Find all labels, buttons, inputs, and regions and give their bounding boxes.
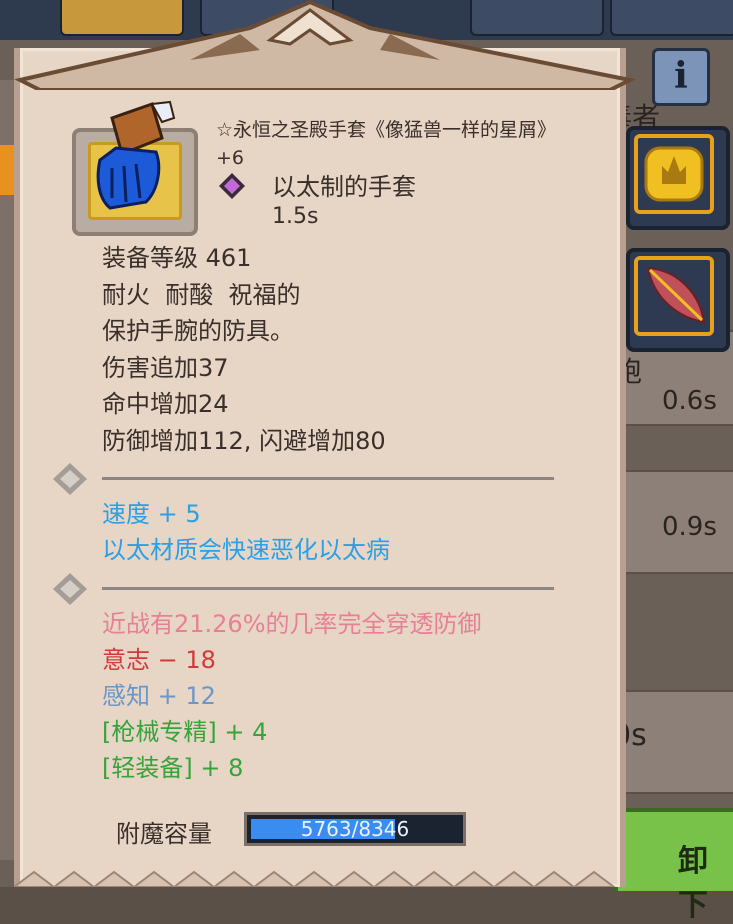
info-icon: i xyxy=(674,55,688,97)
item-type: 以太制的手套 xyxy=(272,173,416,201)
item-speed: 1.5s xyxy=(272,204,319,229)
slot-frame xyxy=(634,134,714,214)
enchant-capacity-bar: 5763/8346 xyxy=(244,812,466,846)
enhancement-effects: 速度 + 5 以太材质会快速恶化以太病 xyxy=(102,496,390,568)
item-title: ☆永恒之圣殿手套《像猛兽一样的星屑》+6 xyxy=(216,119,557,169)
blue-gauntlet-icon xyxy=(96,100,176,210)
stat-line: 命中增加24 xyxy=(102,390,229,418)
effect-line: 以太材质会快速恶化以太病 xyxy=(102,536,390,564)
divider-line xyxy=(102,587,554,590)
stat-line: 伤害追加37 xyxy=(102,353,229,382)
special-effect-line: [轻装备] + 8 xyxy=(102,754,244,782)
slot-frame xyxy=(634,256,714,336)
background-row-text: 0.9s xyxy=(662,512,717,542)
section-divider xyxy=(52,572,554,606)
stat-line: 装备等级 461 xyxy=(102,244,252,272)
unequip-label: 卸下 xyxy=(678,844,708,923)
item-stats: 装备等级 461 耐火 耐酸 祝福的 保护手腕的防具。 伤害追加37 命中增加2… xyxy=(102,240,386,459)
equipment-slot-helmet[interactable] xyxy=(626,126,730,230)
unequip-button[interactable]: 卸下 xyxy=(614,808,733,923)
golden-helmet-icon xyxy=(644,146,704,202)
stat-line: 防御增加112, 闪避增加80 xyxy=(102,426,386,455)
special-effect-line: 感知 + 12 xyxy=(102,682,216,710)
enchant-capacity-label: 附魔容量 xyxy=(116,820,212,848)
stat-line: 耐火 耐酸 祝福的 xyxy=(102,280,301,309)
item-icon-frame xyxy=(72,100,198,236)
info-button[interactable]: i xyxy=(652,48,710,106)
special-effect-line: 近战有21.26%的几率完全穿透防御 xyxy=(102,610,482,638)
section-divider xyxy=(52,462,554,496)
background-row-text: 0.6s xyxy=(662,386,717,416)
special-effect-line: [枪械专精] + 4 xyxy=(102,718,268,746)
equipment-slot-feather[interactable] xyxy=(626,248,730,352)
background-list-edge xyxy=(0,80,14,860)
stat-line: 保护手腕的防具。 xyxy=(102,317,294,345)
special-effect-line: 意志 − 18 xyxy=(102,646,216,674)
background-list-marker xyxy=(0,145,14,195)
tooltip-roof-decoration xyxy=(14,0,637,90)
divider-line xyxy=(102,477,554,480)
enchant-capacity-value: 5763/8346 xyxy=(300,817,410,841)
diamond-ornament-icon xyxy=(53,463,87,495)
ether-gem-icon xyxy=(219,173,245,199)
diamond-ornament-icon xyxy=(53,573,87,605)
special-effects: 近战有21.26%的几率完全穿透防御 意志 − 18 感知 + 12 [枪械专精… xyxy=(102,606,482,786)
tooltip-bottom-decoration xyxy=(14,870,616,887)
feather-icon xyxy=(646,266,706,324)
effect-line: 速度 + 5 xyxy=(102,500,201,528)
